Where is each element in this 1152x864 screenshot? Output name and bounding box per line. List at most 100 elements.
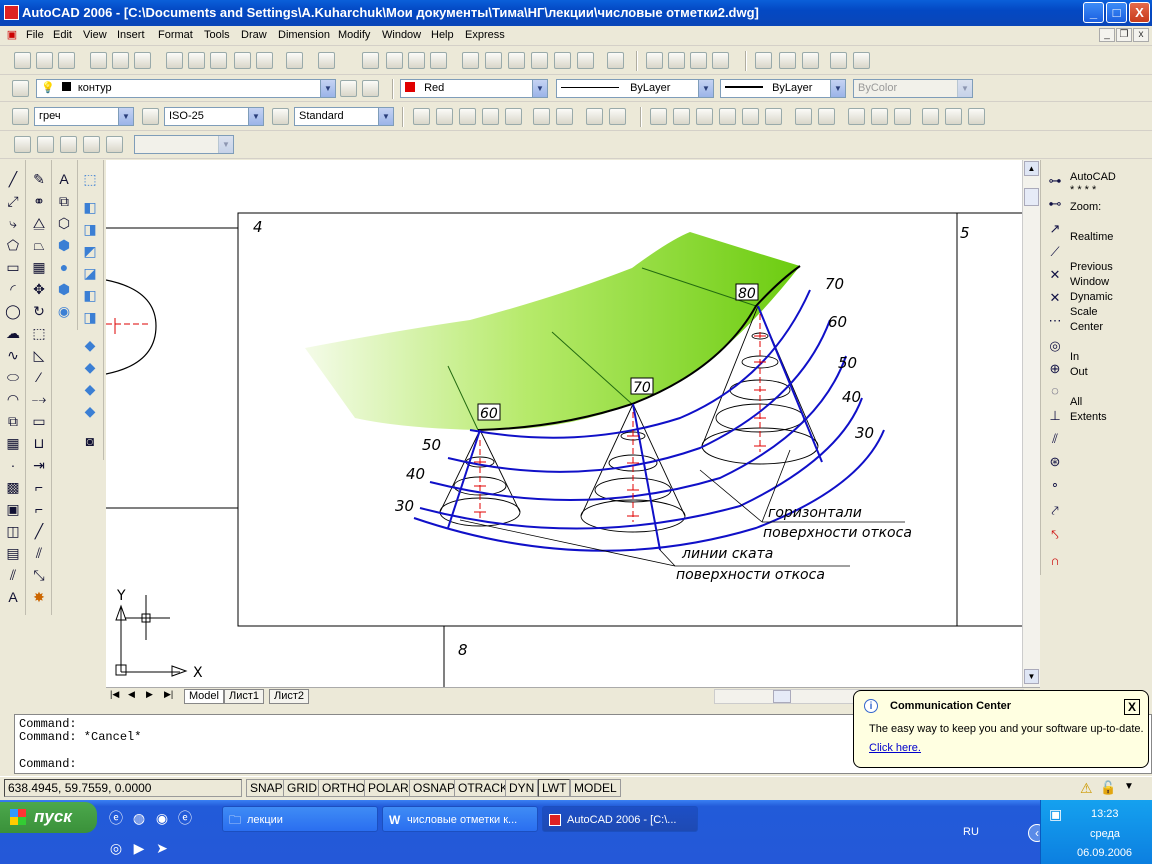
point-icon[interactable]: · [4, 456, 22, 474]
quicklaunch-1-icon[interactable]: ◎ [107, 839, 125, 857]
zoom-window-icon[interactable] [408, 52, 425, 69]
menu-format[interactable]: Format [158, 29, 193, 41]
extend-icon[interactable]: ⤍ [30, 390, 48, 408]
lengthen-icon[interactable]: ╱ [30, 522, 48, 540]
copy-object-icon[interactable]: ⚭ [30, 192, 48, 210]
baseline-icon[interactable]: ⊕ [1046, 360, 1064, 378]
zoom-all-icon[interactable] [586, 108, 603, 125]
zoom-object-icon[interactable] [505, 108, 522, 125]
grid-toggle[interactable]: GRID [283, 779, 321, 797]
table-style-icon[interactable] [272, 108, 289, 125]
parallel-icon[interactable]: ⫽ [30, 544, 48, 562]
cone-icon[interactable] [719, 108, 736, 125]
radius-icon[interactable]: ✕ [1046, 266, 1064, 284]
ellipse-icon[interactable]: ⬭ [4, 368, 22, 386]
single-viewport-icon[interactable] [37, 136, 54, 153]
wedge-icon[interactable] [742, 108, 759, 125]
convert-viewport-icon[interactable] [83, 136, 100, 153]
network-icon[interactable]: ▣ [1049, 806, 1062, 823]
find-icon[interactable] [830, 52, 847, 69]
close-button[interactable]: X [1129, 2, 1150, 23]
setup-view-icon[interactable] [945, 108, 962, 125]
zoom-dynamic-icon[interactable] [436, 108, 453, 125]
ortho-toggle[interactable]: ORTHO [318, 779, 370, 797]
circle-icon[interactable]: ◯ [4, 302, 22, 320]
redo-icon[interactable] [318, 52, 335, 69]
chevron-down-icon[interactable]: ▼ [698, 80, 713, 97]
ellipse-arc-icon[interactable]: ◠ [4, 390, 22, 408]
make-block-icon[interactable]: ▦ [4, 434, 22, 452]
point-mark-icon[interactable]: ∘ [1046, 476, 1064, 494]
quick-leader-icon[interactable]: ⊥ [1046, 407, 1064, 425]
torus-icon[interactable] [765, 108, 782, 125]
new-icon[interactable] [14, 52, 31, 69]
maximize-button[interactable]: □ [1106, 2, 1127, 23]
zoom-center-icon[interactable] [482, 108, 499, 125]
chevron-down-icon[interactable]: ▼ [248, 108, 263, 125]
multiline-text-icon[interactable]: A [4, 588, 22, 606]
window-cascade-icon[interactable] [646, 52, 663, 69]
erase-icon[interactable]: ✎ [30, 170, 48, 188]
chamfer-icon[interactable]: ⇥ [30, 456, 48, 474]
scale-icon[interactable]: ⬚ [30, 324, 48, 342]
ie-icon[interactable]: ⓔ [107, 809, 125, 827]
status-menu-chevron-down-icon[interactable]: ▼ [1124, 781, 1134, 792]
menu-modify[interactable]: Modify [338, 29, 370, 41]
sheet-set-icon[interactable] [531, 52, 548, 69]
dim-edit-icon[interactable]: ⤤ [1046, 502, 1064, 520]
bottom-view-icon[interactable]: ◨ [81, 220, 99, 238]
explode-icon[interactable]: ⌐ [30, 500, 48, 518]
trim-icon[interactable]: ⁄ [30, 368, 48, 386]
dimension-aligned-icon[interactable]: ⊷ [1046, 195, 1064, 213]
extrude-icon[interactable] [795, 108, 812, 125]
top-view-icon[interactable]: ◧ [81, 198, 99, 216]
cube-icon[interactable]: ⬡ [55, 214, 73, 232]
tab-nav-first-icon[interactable]: |◀ [110, 689, 119, 700]
cylinder-icon[interactable] [696, 108, 713, 125]
zoom-out-item[interactable]: Out [1070, 366, 1088, 378]
zoom-window-item[interactable]: Window [1070, 276, 1109, 288]
hscroll-thumb[interactable] [773, 690, 791, 703]
chevron-down-icon[interactable]: ▼ [320, 80, 335, 97]
properties-icon[interactable] [462, 52, 479, 69]
continue-icon[interactable]: ◌ [1046, 382, 1064, 400]
clip-viewport-icon[interactable] [106, 136, 123, 153]
table-icon[interactable]: ▤ [4, 544, 22, 562]
command-prompt[interactable]: Command: [19, 757, 77, 771]
zoom-in-icon[interactable] [533, 108, 550, 125]
shapes-icon[interactable]: ⧉ [55, 192, 73, 210]
solid-sphere-icon[interactable]: ● [55, 258, 73, 276]
window-close-all-icon[interactable] [712, 52, 729, 69]
front-view-icon[interactable]: ◧ [81, 286, 99, 304]
array-icon[interactable]: ▦ [30, 258, 48, 276]
scroll-down-arrow-icon[interactable]: ▼ [1024, 669, 1039, 684]
menu-express[interactable]: Express [465, 29, 505, 41]
revision-cloud-icon[interactable]: ☁ [4, 324, 22, 342]
paste-icon[interactable] [210, 52, 227, 69]
explode-object-icon[interactable]: ✸ [30, 588, 48, 606]
model-toggle[interactable]: MODEL [570, 779, 621, 797]
dim-style-dropdown[interactable]: ISO-25 ▼ [164, 107, 264, 126]
zoom-dynamic-item[interactable]: Dynamic [1070, 291, 1113, 303]
doc-restore-button[interactable]: ❐ [1116, 28, 1132, 42]
dyn-toggle[interactable]: DYN [505, 779, 539, 797]
solid-torus-icon[interactable]: ◉ [55, 302, 73, 320]
tab-layout2[interactable]: Лист2 [269, 689, 310, 704]
plot-preview-icon[interactable] [112, 52, 129, 69]
text-icon[interactable] [755, 52, 772, 69]
lock-icon[interactable]: 🔓 [1100, 780, 1116, 796]
window-tile-icon[interactable] [668, 52, 685, 69]
zoom-scale-icon[interactable] [459, 108, 476, 125]
menu-window[interactable]: Window [382, 29, 421, 41]
firefox-icon[interactable]: ◉ [153, 809, 171, 827]
right-view-icon[interactable]: ◪ [81, 264, 99, 282]
vertical-scrollbar[interactable]: ▲ ▼ [1022, 160, 1040, 687]
text-A-icon[interactable]: A [55, 170, 73, 188]
quick-dim-icon[interactable]: ◎ [1046, 337, 1064, 355]
section-icon[interactable] [871, 108, 888, 125]
text-style-dropdown[interactable]: греч ▼ [34, 107, 134, 126]
document-icon[interactable]: ▣ [3, 26, 21, 44]
solid-cube-icon[interactable]: ⬢ [55, 236, 73, 254]
slice-icon[interactable] [848, 108, 865, 125]
tab-nav-prev-icon[interactable]: ◀ [128, 689, 135, 700]
